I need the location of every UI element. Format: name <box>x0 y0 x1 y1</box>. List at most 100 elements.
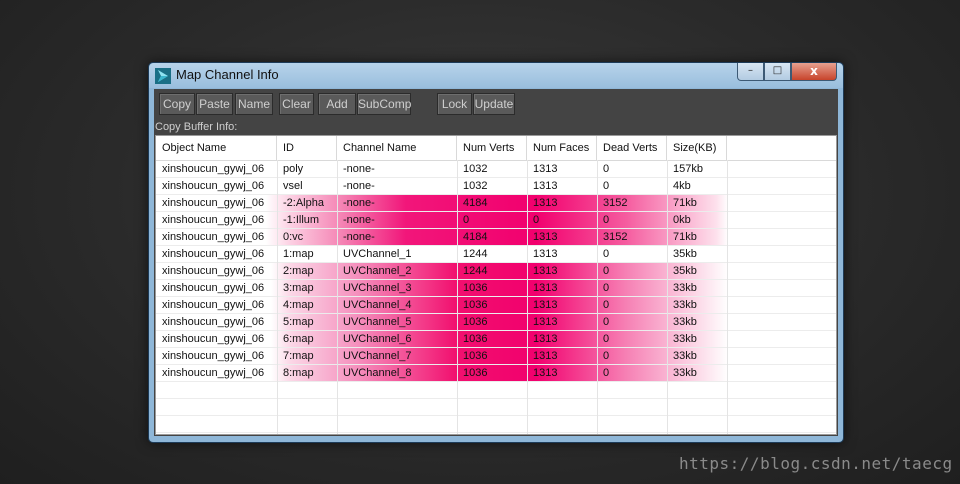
table-cell: 0 <box>603 350 610 362</box>
maximize-button[interactable]: □ <box>764 63 791 81</box>
table-cell: 1313 <box>533 333 558 345</box>
paste-button[interactable]: Paste <box>196 93 233 115</box>
column-divider <box>337 160 338 434</box>
table-header: Object Name ID Channel Name Num Verts Nu… <box>156 136 836 161</box>
table-cell: UVChannel_5 <box>343 316 412 328</box>
table-cell: 1036 <box>463 367 488 379</box>
table-cell: UVChannel_8 <box>343 367 412 379</box>
table-row[interactable]: xinshoucun_gywj_06 -2:Alpha -none- 4184 1313… <box>156 195 836 212</box>
minimize-button[interactable]: – <box>737 63 764 81</box>
table-row[interactable]: xinshoucun_gywj_06 6:map UVChannel_6 1036 13… <box>156 331 836 348</box>
table-cell: -none- <box>343 231 375 243</box>
channel-table[interactable]: Object Name ID Channel Name Num Verts Nu… <box>155 135 837 435</box>
table-row[interactable]: xinshoucun_gywj_06 5:map UVChannel_5 1036 13… <box>156 314 836 331</box>
table-cell: 0 <box>603 265 610 277</box>
table-cell: 157kb <box>673 163 703 175</box>
column-divider <box>597 160 598 434</box>
table-cell: 1032 <box>463 163 488 175</box>
column-header-size[interactable]: Size(KB) <box>667 136 727 160</box>
table-cell: 1036 <box>463 350 488 362</box>
table-cell: 33kb <box>673 299 697 311</box>
table-row[interactable]: xinshoucun_gywj_06 poly -none- 1032 1313 0 157… <box>156 161 836 178</box>
map-channel-info-window: Map Channel Info – □ x Copy Paste Name C… <box>148 62 844 443</box>
table-cell: 3152 <box>603 197 628 209</box>
clear-button[interactable]: Clear <box>279 93 314 115</box>
table-cell: 1313 <box>533 265 558 277</box>
name-button[interactable]: Name <box>235 93 273 115</box>
table-cell: 33kb <box>673 316 697 328</box>
title-bar[interactable]: Map Channel Info – □ x <box>149 63 843 88</box>
table-row[interactable]: xinshoucun_gywj_06 7:map UVChannel_7 1036 13… <box>156 348 836 365</box>
table-cell: 1:map <box>283 248 314 260</box>
table-cell: 1036 <box>463 333 488 345</box>
table-cell: xinshoucun_gywj_06 <box>162 197 265 209</box>
table-cell: 33kb <box>673 282 697 294</box>
table-cell: 1313 <box>533 180 558 192</box>
table-cell: 3:map <box>283 282 314 294</box>
table-cell: xinshoucun_gywj_06 <box>162 163 265 175</box>
column-divider <box>727 160 728 434</box>
add-button[interactable]: Add <box>318 93 356 115</box>
empty-table-row <box>156 416 836 433</box>
table-cell: 1313 <box>533 231 558 243</box>
table-cell: 1244 <box>463 248 488 260</box>
table-cell: 1313 <box>533 367 558 379</box>
table-cell: xinshoucun_gywj_06 <box>162 231 265 243</box>
table-cell: -none- <box>343 180 375 192</box>
table-cell: vsel <box>283 180 303 192</box>
table-cell: xinshoucun_gywj_06 <box>162 282 265 294</box>
table-cell: xinshoucun_gywj_06 <box>162 248 265 260</box>
table-cell: 1032 <box>463 180 488 192</box>
table-cell: 0 <box>603 316 610 328</box>
column-divider <box>667 160 668 434</box>
column-divider <box>457 160 458 434</box>
table-row[interactable]: xinshoucun_gywj_06 4:map UVChannel_4 1036 13… <box>156 297 836 314</box>
column-header-dead-verts[interactable]: Dead Verts <box>597 136 667 160</box>
subcomp-button[interactable]: SubComp <box>357 93 411 115</box>
column-divider <box>277 160 278 434</box>
column-header-object-name[interactable]: Object Name <box>156 136 277 160</box>
update-button[interactable]: Update <box>473 93 515 115</box>
table-cell: UVChannel_4 <box>343 299 412 311</box>
table-row[interactable]: xinshoucun_gywj_06 2:map UVChannel_2 1244 13… <box>156 263 836 280</box>
copy-button[interactable]: Copy <box>159 93 195 115</box>
lock-button[interactable]: Lock <box>437 93 472 115</box>
empty-table-row <box>156 382 836 399</box>
table-row[interactable]: xinshoucun_gywj_06 0:vc -none- 4184 1313 3152… <box>156 229 836 246</box>
table-cell: 0 <box>603 282 610 294</box>
table-row[interactable]: xinshoucun_gywj_06 1:map UVChannel_1 1244 13… <box>156 246 836 263</box>
column-header-id[interactable]: ID <box>277 136 337 160</box>
table-cell: 1313 <box>533 316 558 328</box>
toolbar: Copy Paste Name Clear Add SubComp Lock U… <box>154 93 838 117</box>
table-cell: xinshoucun_gywj_06 <box>162 214 265 226</box>
table-cell: 1313 <box>533 248 558 260</box>
table-row[interactable]: xinshoucun_gywj_06 -1:Illum -none- 0 0 0 0kb <box>156 212 836 229</box>
table-cell: 0 <box>603 214 610 226</box>
table-cell: 0 <box>603 333 610 345</box>
table-cell: 1244 <box>463 265 488 277</box>
column-header-channel-name[interactable]: Channel Name <box>337 136 457 160</box>
table-cell: 0 <box>603 248 610 260</box>
table-cell: xinshoucun_gywj_06 <box>162 367 265 379</box>
table-cell: 0 <box>603 367 610 379</box>
table-row[interactable]: xinshoucun_gywj_06 3:map UVChannel_3 1036 13… <box>156 280 836 297</box>
table-cell: UVChannel_3 <box>343 282 412 294</box>
table-cell: xinshoucun_gywj_06 <box>162 180 265 192</box>
table-cell: xinshoucun_gywj_06 <box>162 299 265 311</box>
copy-buffer-info-label: Copy Buffer Info: <box>155 121 238 133</box>
table-cell: 1313 <box>533 163 558 175</box>
table-cell: -none- <box>343 197 375 209</box>
table-row[interactable]: xinshoucun_gywj_06 vsel -none- 1032 1313 0 4kb <box>156 178 836 195</box>
table-cell: 0 <box>533 214 540 226</box>
table-cell: xinshoucun_gywj_06 <box>162 265 265 277</box>
table-cell: xinshoucun_gywj_06 <box>162 333 265 345</box>
column-header-num-verts[interactable]: Num Verts <box>457 136 527 160</box>
3dsmax-logo-icon <box>155 68 171 84</box>
table-cell: -1:Illum <box>283 214 320 226</box>
table-cell: UVChannel_1 <box>343 248 412 260</box>
close-button[interactable]: x <box>791 63 837 81</box>
table-cell: 4:map <box>283 299 314 311</box>
table-row[interactable]: xinshoucun_gywj_06 8:map UVChannel_8 1036 13… <box>156 365 836 382</box>
table-cell: 6:map <box>283 333 314 345</box>
column-header-num-faces[interactable]: Num Faces <box>527 136 597 160</box>
